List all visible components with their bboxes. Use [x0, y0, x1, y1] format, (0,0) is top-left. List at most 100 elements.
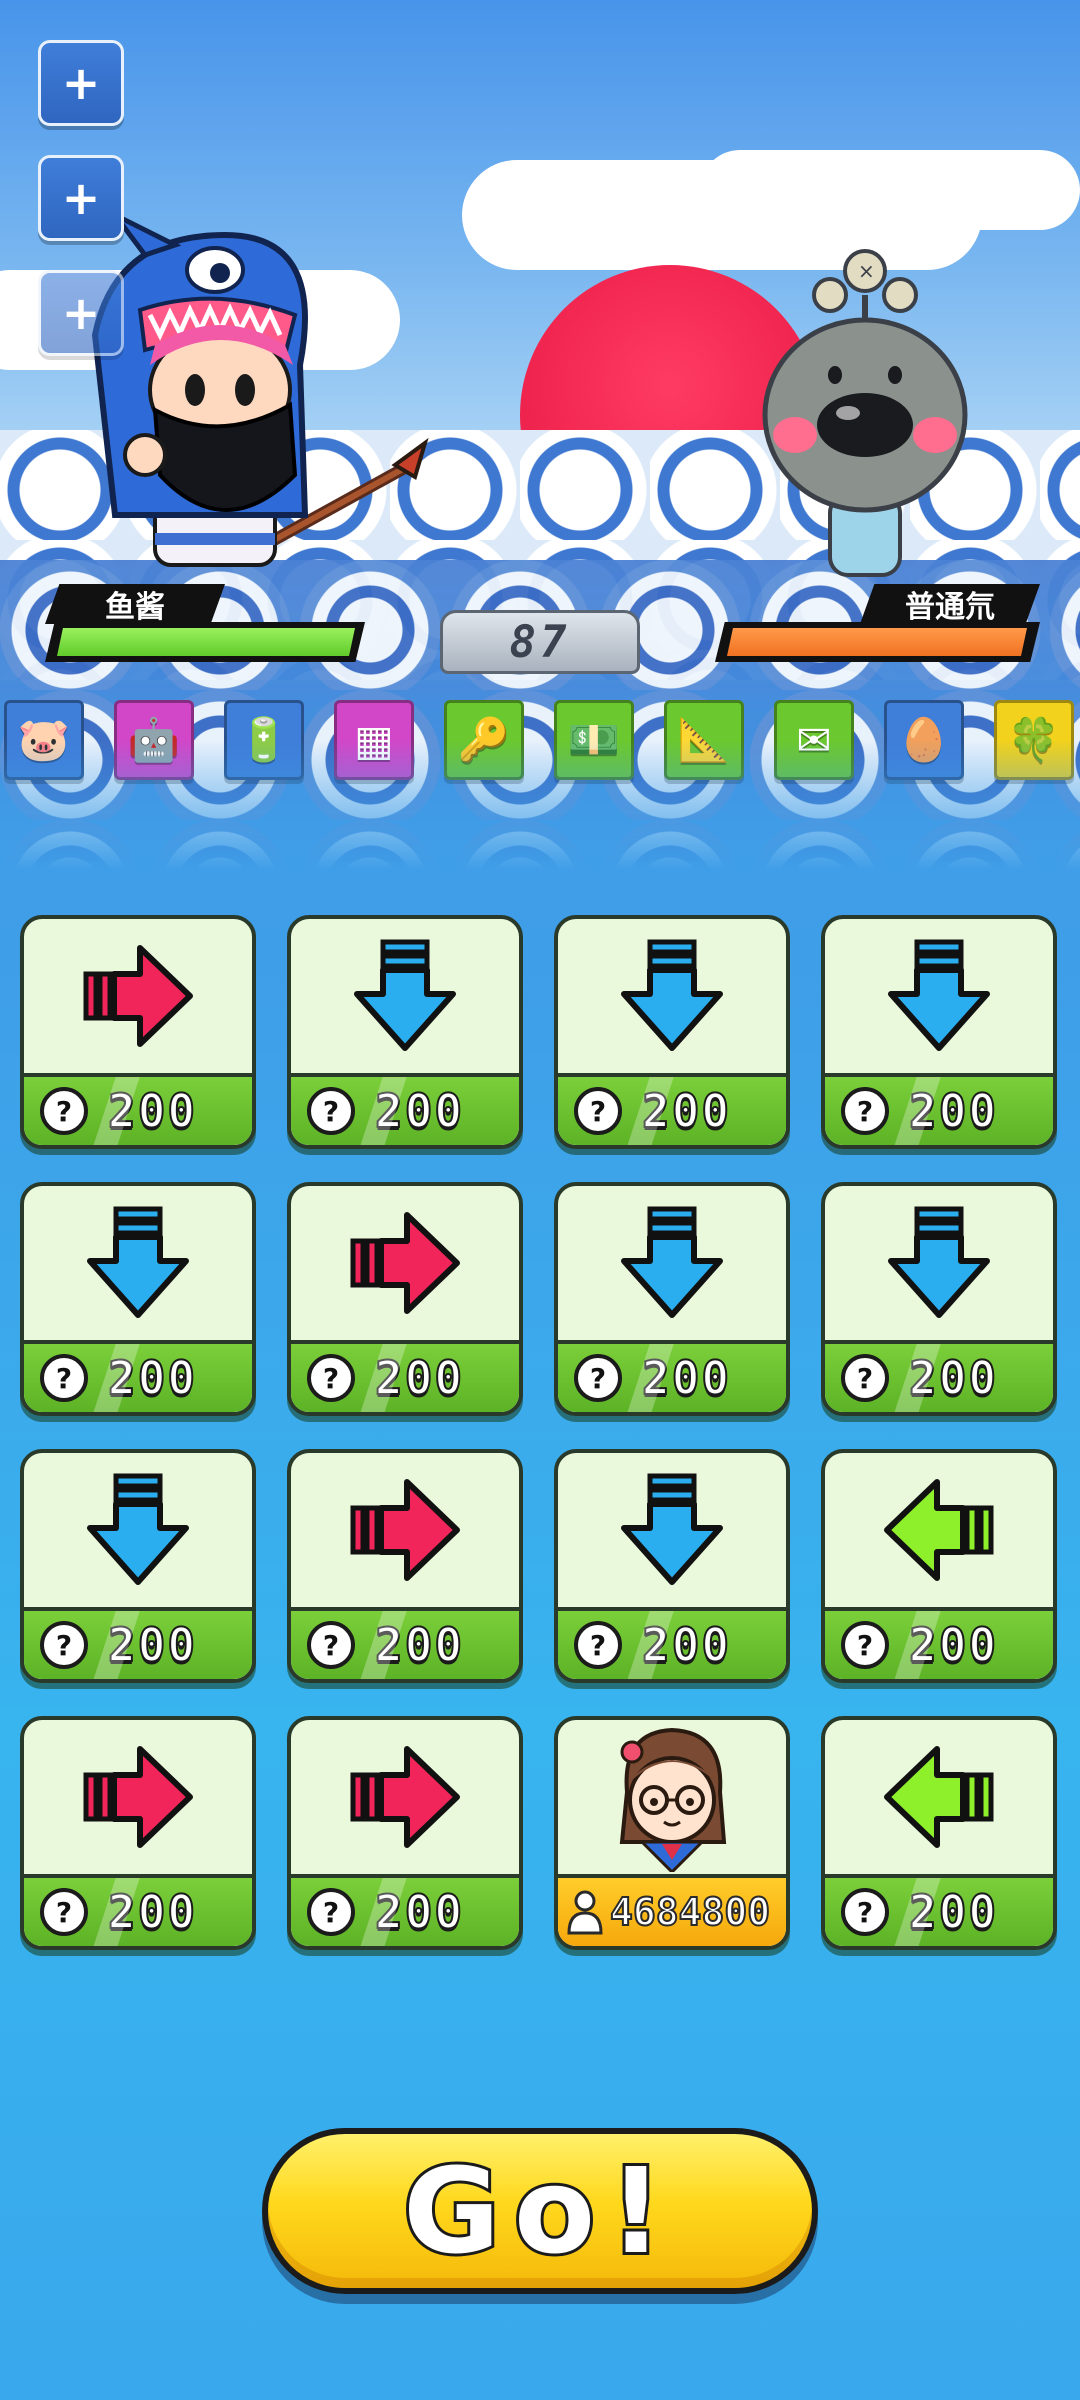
card-footer: ? 200	[558, 1340, 786, 1412]
arrow-left-icon	[884, 1746, 994, 1848]
arrow-card[interactable]: ? 200	[554, 1449, 790, 1683]
card-art	[825, 1720, 1053, 1874]
player-hp-bar	[45, 622, 365, 662]
card-art	[291, 1720, 519, 1874]
enemy-status: 普通氘	[715, 584, 1040, 664]
question-icon: ?	[40, 1888, 88, 1936]
go-button[interactable]: Go!	[262, 2128, 818, 2294]
card-art	[825, 919, 1053, 1073]
arrow-card[interactable]: ? 200	[287, 915, 523, 1149]
arrow-right-icon	[83, 1746, 193, 1848]
card-footer: ? 200	[825, 1340, 1053, 1412]
arrow-right-icon	[83, 945, 193, 1047]
user-icon	[567, 1890, 603, 1935]
plus-icon: +	[61, 56, 101, 110]
player-character	[91, 215, 429, 567]
card-art	[825, 1453, 1053, 1607]
svg-text:×: ×	[858, 259, 875, 283]
question-icon: ?	[574, 1087, 622, 1135]
question-icon: ?	[307, 1087, 355, 1135]
card-footer: ? 200	[24, 1607, 252, 1679]
question-icon: ?	[40, 1087, 88, 1135]
arrow-down-icon	[621, 1473, 723, 1585]
card-footer: ? 200	[558, 1607, 786, 1679]
player-status: 鱼酱	[45, 584, 365, 664]
arrow-right-icon	[350, 1746, 460, 1848]
card-art	[291, 919, 519, 1073]
card-footer: ? 200	[558, 1073, 786, 1145]
card-footer: ? 200	[291, 1073, 519, 1145]
arrow-down-icon	[87, 1473, 189, 1585]
card-art	[558, 1453, 786, 1607]
player-name: 鱼酱	[45, 584, 225, 624]
arrow-down-icon	[354, 939, 456, 1051]
player-hp-fill	[57, 628, 355, 656]
plus-icon: +	[61, 286, 101, 340]
plus-icon: +	[61, 171, 101, 225]
card-art	[558, 1186, 786, 1340]
scene-fade	[0, 740, 1080, 870]
arrow-down-icon	[621, 1206, 723, 1318]
question-icon: ?	[841, 1888, 889, 1936]
question-icon: ?	[574, 1354, 622, 1402]
player-score: 4684800	[609, 1889, 771, 1935]
arrow-card[interactable]: ? 200	[287, 1716, 523, 1950]
card-footer: ? 200	[291, 1607, 519, 1679]
question-icon: ?	[841, 1621, 889, 1669]
arrow-card[interactable]: ? 200	[20, 1449, 256, 1683]
enemy-hp-bar	[715, 622, 1040, 662]
arrow-left-icon	[884, 1479, 994, 1581]
card-footer: ? 200	[825, 1607, 1053, 1679]
arrow-card[interactable]: ? 200	[554, 1182, 790, 1416]
player-avatar	[619, 1727, 727, 1872]
card-art	[24, 1186, 252, 1340]
player-score-card[interactable]: 4684800	[554, 1716, 790, 1950]
arrow-down-icon	[87, 1206, 189, 1318]
card-art	[24, 919, 252, 1073]
card-footer: ? 200	[24, 1073, 252, 1145]
question-icon: ?	[841, 1087, 889, 1135]
card-footer: ? 200	[825, 1073, 1053, 1145]
arrow-card[interactable]: ? 200	[287, 1182, 523, 1416]
arrow-card[interactable]: ? 200	[821, 1182, 1057, 1416]
question-icon: ?	[307, 1354, 355, 1402]
enemy-name: 普通氘	[860, 584, 1040, 624]
card-art	[558, 1720, 786, 1874]
question-icon: ?	[40, 1354, 88, 1402]
arrow-card[interactable]: ? 200	[20, 1182, 256, 1416]
round-counter: 87	[440, 610, 640, 674]
question-icon: ?	[40, 1621, 88, 1669]
arrow-down-icon	[888, 1206, 990, 1318]
card-footer: ? 200	[24, 1874, 252, 1946]
cloud	[700, 150, 1080, 230]
battle-scene: × + + + 鱼酱 87 普通氘 🐷🤖🔋▦🔑💵📐✉🥚🍀	[0, 0, 1080, 870]
side-plus-button-2[interactable]: +	[38, 155, 124, 241]
arrow-card[interactable]: ? 200	[20, 915, 256, 1149]
card-footer: ? 200	[24, 1340, 252, 1412]
card-art	[291, 1453, 519, 1607]
card-footer: ? 200	[825, 1874, 1053, 1946]
card-footer: ? 200	[291, 1340, 519, 1412]
card-art	[24, 1453, 252, 1607]
arrow-right-icon	[350, 1479, 460, 1581]
go-button-label: Go!	[400, 2139, 677, 2283]
card-footer: 4684800	[558, 1874, 786, 1946]
arrow-down-icon	[888, 939, 990, 1051]
arrow-down-icon	[621, 939, 723, 1051]
card-art	[558, 919, 786, 1073]
side-plus-button-1[interactable]: +	[38, 40, 124, 126]
card-art	[825, 1186, 1053, 1340]
enemy-character: ×	[762, 249, 968, 577]
side-plus-button-3[interactable]: +	[38, 270, 124, 356]
enemy-hp-fill	[727, 628, 1027, 656]
arrow-card[interactable]: ? 200	[821, 1449, 1057, 1683]
arrow-card[interactable]: ? 200	[287, 1449, 523, 1683]
arrow-card[interactable]: ? 200	[554, 915, 790, 1149]
card-art	[291, 1186, 519, 1340]
arrow-card[interactable]: ? 200	[20, 1716, 256, 1950]
arrow-card[interactable]: ? 200	[821, 1716, 1057, 1950]
arrow-right-icon	[350, 1212, 460, 1314]
question-icon: ?	[307, 1621, 355, 1669]
question-icon: ?	[307, 1888, 355, 1936]
arrow-card[interactable]: ? 200	[821, 915, 1057, 1149]
